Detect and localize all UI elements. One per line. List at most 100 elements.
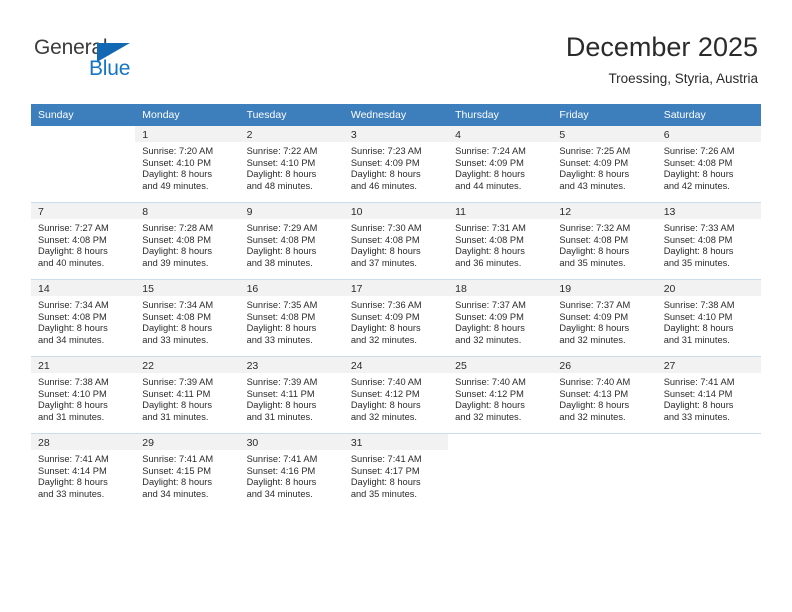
daylight-text-line2: and 35 minutes. (559, 257, 626, 268)
day-cell[interactable]: 6 Sunrise: 7:26 AM Sunset: 4:08 PM Dayli… (656, 126, 761, 203)
day-cell[interactable]: 16 Sunrise: 7:35 AM Sunset: 4:08 PM Dayl… (239, 279, 344, 357)
sunrise-text: Sunrise: 7:35 AM (246, 300, 318, 310)
daylight-text-line1: Daylight: 8 hours (246, 400, 317, 411)
day-cell[interactable]: 17 Sunrise: 7:36 AM Sunset: 4:09 PM Dayl… (343, 279, 449, 357)
day-cell[interactable]: 23 Sunrise: 7:39 AM Sunset: 4:11 PM Dayl… (239, 356, 344, 434)
sunset-text: Sunset: 4:08 PM (142, 234, 212, 245)
daylight-text-line2: and 33 minutes. (663, 411, 730, 422)
sunset-text: Sunset: 4:13 PM (559, 388, 629, 399)
day-number: 29 (135, 434, 240, 450)
daylight-text-line2: and 32 minutes. (455, 334, 522, 345)
day-details: Sunrise: 7:36 AM Sunset: 4:09 PM Dayligh… (344, 296, 448, 346)
weekday-header-friday: Friday (552, 104, 657, 126)
day-cell[interactable]: 10 Sunrise: 7:30 AM Sunset: 4:08 PM Dayl… (343, 202, 449, 280)
day-number: 9 (239, 203, 344, 219)
day-cell[interactable]: 19 Sunrise: 7:37 AM Sunset: 4:09 PM Dayl… (552, 279, 657, 357)
day-details: Sunrise: 7:33 AM Sunset: 4:08 PM Dayligh… (657, 219, 761, 269)
sunrise-text: Sunrise: 7:20 AM (142, 146, 214, 156)
sunrise-text: Sunrise: 7:24 AM (455, 146, 526, 156)
day-details: Sunrise: 7:41 AM Sunset: 4:15 PM Dayligh… (135, 450, 239, 500)
day-cell[interactable]: 21 Sunrise: 7:38 AM Sunset: 4:10 PM Dayl… (31, 356, 136, 434)
day-number: 15 (135, 280, 240, 296)
day-number: 6 (656, 126, 761, 142)
day-details: Sunrise: 7:26 AM Sunset: 4:08 PM Dayligh… (657, 142, 761, 192)
day-cell[interactable]: 1 Sunrise: 7:20 AM Sunset: 4:10 PM Dayli… (135, 126, 240, 203)
day-details: Sunrise: 7:20 AM Sunset: 4:10 PM Dayligh… (135, 142, 239, 192)
calendar-week-row: 21 Sunrise: 7:38 AM Sunset: 4:10 PM Dayl… (31, 356, 761, 434)
day-cell[interactable]: 31 Sunrise: 7:41 AM Sunset: 4:17 PM Dayl… (343, 433, 449, 510)
day-cell[interactable]: 24 Sunrise: 7:40 AM Sunset: 4:12 PM Dayl… (343, 356, 449, 434)
daylight-text-line1: Daylight: 8 hours (455, 246, 525, 257)
daylight-text-line1: Daylight: 8 hours (142, 169, 213, 180)
sunrise-text: Sunrise: 7:34 AM (38, 300, 109, 310)
day-cell[interactable]: 22 Sunrise: 7:39 AM Sunset: 4:11 PM Dayl… (135, 356, 240, 434)
day-number: 10 (343, 203, 449, 219)
day-number (31, 126, 136, 142)
daylight-text-line1: Daylight: 8 hours (142, 400, 213, 411)
sunset-text: Sunset: 4:10 PM (663, 311, 733, 322)
day-cell (656, 433, 761, 510)
sunrise-text: Sunrise: 7:26 AM (663, 146, 735, 156)
day-cell[interactable]: 25 Sunrise: 7:40 AM Sunset: 4:12 PM Dayl… (448, 356, 553, 434)
day-cell[interactable]: 30 Sunrise: 7:41 AM Sunset: 4:16 PM Dayl… (239, 433, 344, 510)
day-number: 1 (135, 126, 240, 142)
day-cell[interactable]: 7 Sunrise: 7:27 AM Sunset: 4:08 PM Dayli… (31, 202, 136, 280)
daylight-text-line2: and 37 minutes. (350, 257, 417, 268)
day-cell[interactable]: 14 Sunrise: 7:34 AM Sunset: 4:08 PM Dayl… (31, 279, 136, 357)
daylight-text-line1: Daylight: 8 hours (350, 477, 421, 488)
daylight-text-line2: and 31 minutes. (663, 334, 730, 345)
day-details: Sunrise: 7:37 AM Sunset: 4:09 PM Dayligh… (552, 296, 656, 346)
day-cell[interactable]: 18 Sunrise: 7:37 AM Sunset: 4:09 PM Dayl… (448, 279, 553, 357)
page-title: December 2025 (565, 32, 758, 62)
daylight-text-line2: and 33 minutes. (142, 334, 209, 345)
day-cell[interactable]: 13 Sunrise: 7:33 AM Sunset: 4:08 PM Dayl… (656, 202, 761, 280)
general-blue-logo[interactable]: General Blue (34, 36, 164, 86)
day-cell[interactable]: 4 Sunrise: 7:24 AM Sunset: 4:09 PM Dayli… (448, 126, 553, 203)
sunrise-text: Sunrise: 7:25 AM (559, 146, 631, 156)
day-details: Sunrise: 7:39 AM Sunset: 4:11 PM Dayligh… (240, 373, 344, 423)
day-details: Sunrise: 7:34 AM Sunset: 4:08 PM Dayligh… (31, 296, 135, 346)
day-cell[interactable]: 12 Sunrise: 7:32 AM Sunset: 4:08 PM Dayl… (552, 202, 657, 280)
sunrise-text: Sunrise: 7:32 AM (559, 223, 631, 233)
sunset-text: Sunset: 4:15 PM (142, 465, 212, 476)
day-cell[interactable]: 8 Sunrise: 7:28 AM Sunset: 4:08 PM Dayli… (135, 202, 240, 280)
day-number: 12 (552, 203, 657, 219)
day-number: 20 (656, 280, 761, 296)
day-cell[interactable]: 20 Sunrise: 7:38 AM Sunset: 4:10 PM Dayl… (656, 279, 761, 357)
day-cell[interactable]: 5 Sunrise: 7:25 AM Sunset: 4:09 PM Dayli… (552, 126, 657, 203)
sunset-text: Sunset: 4:08 PM (559, 234, 629, 245)
day-details: Sunrise: 7:22 AM Sunset: 4:10 PM Dayligh… (240, 142, 344, 192)
weekday-header-wednesday: Wednesday (343, 104, 449, 126)
day-cell[interactable]: 26 Sunrise: 7:40 AM Sunset: 4:13 PM Dayl… (552, 356, 657, 434)
sunrise-text: Sunrise: 7:41 AM (663, 377, 735, 387)
daylight-text-line1: Daylight: 8 hours (559, 323, 630, 334)
daylight-text-line2: and 40 minutes. (38, 257, 105, 268)
day-number: 21 (31, 357, 136, 373)
day-number: 22 (135, 357, 240, 373)
day-cell[interactable]: 3 Sunrise: 7:23 AM Sunset: 4:09 PM Dayli… (343, 126, 449, 203)
day-cell[interactable]: 2 Sunrise: 7:22 AM Sunset: 4:10 PM Dayli… (239, 126, 344, 203)
weekday-header-saturday: Saturday (656, 104, 761, 126)
day-cell[interactable]: 9 Sunrise: 7:29 AM Sunset: 4:08 PM Dayli… (239, 202, 344, 280)
day-cell[interactable]: 28 Sunrise: 7:41 AM Sunset: 4:14 PM Dayl… (31, 433, 136, 510)
day-details: Sunrise: 7:40 AM Sunset: 4:12 PM Dayligh… (344, 373, 448, 423)
sunset-text: Sunset: 4:14 PM (663, 388, 733, 399)
day-number: 5 (552, 126, 657, 142)
sunset-text: Sunset: 4:08 PM (663, 234, 733, 245)
day-cell[interactable]: 27 Sunrise: 7:41 AM Sunset: 4:14 PM Dayl… (656, 356, 761, 434)
logo-text-blue: Blue (89, 57, 131, 80)
day-number (448, 434, 553, 450)
day-details: Sunrise: 7:39 AM Sunset: 4:11 PM Dayligh… (135, 373, 239, 423)
sunrise-text: Sunrise: 7:27 AM (38, 223, 109, 233)
day-number: 23 (239, 357, 344, 373)
daylight-text-line2: and 49 minutes. (142, 180, 209, 191)
sunrise-text: Sunrise: 7:31 AM (455, 223, 526, 233)
day-cell[interactable]: 11 Sunrise: 7:31 AM Sunset: 4:08 PM Dayl… (448, 202, 553, 280)
daylight-text-line1: Daylight: 8 hours (142, 477, 213, 488)
day-cell[interactable]: 29 Sunrise: 7:41 AM Sunset: 4:15 PM Dayl… (135, 433, 240, 510)
sunrise-sunset-calendar-table: Sunday Monday Tuesday Wednesday Thursday… (31, 104, 761, 510)
daylight-text-line1: Daylight: 8 hours (38, 246, 108, 257)
day-details: Sunrise: 7:31 AM Sunset: 4:08 PM Dayligh… (448, 219, 552, 269)
day-details: Sunrise: 7:34 AM Sunset: 4:08 PM Dayligh… (135, 296, 239, 346)
day-cell[interactable]: 15 Sunrise: 7:34 AM Sunset: 4:08 PM Dayl… (135, 279, 240, 357)
